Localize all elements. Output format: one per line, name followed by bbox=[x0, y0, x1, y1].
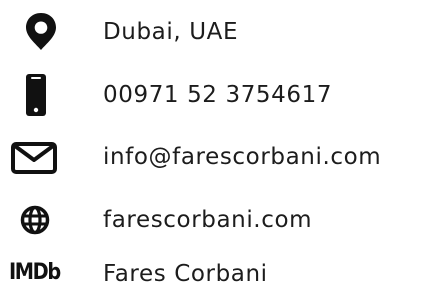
phone-number[interactable]: 00971 52 3754617 bbox=[103, 73, 332, 117]
contact-item-location: Dubai, UAE bbox=[0, 10, 443, 54]
email-link[interactable]: info@farescorbani.com bbox=[103, 135, 381, 179]
envelope-icon bbox=[0, 135, 72, 179]
globe-icon bbox=[0, 198, 72, 242]
location-pin-icon bbox=[0, 10, 72, 54]
imdb-icon: IMDb bbox=[0, 252, 72, 296]
imdb-logo-text: IMDb bbox=[9, 260, 61, 285]
contact-item-imdb[interactable]: IMDb Fares Corbani bbox=[0, 252, 443, 296]
website-link[interactable]: farescorbani.com bbox=[103, 198, 312, 242]
contact-item-website[interactable]: farescorbani.com bbox=[0, 198, 443, 242]
location-text: Dubai, UAE bbox=[103, 19, 239, 45]
contact-item-email[interactable]: info@farescorbani.com bbox=[0, 135, 443, 179]
mobile-phone-icon bbox=[0, 73, 72, 117]
imdb-profile-link[interactable]: Fares Corbani bbox=[103, 252, 268, 296]
contact-item-phone[interactable]: 00971 52 3754617 bbox=[0, 73, 443, 117]
